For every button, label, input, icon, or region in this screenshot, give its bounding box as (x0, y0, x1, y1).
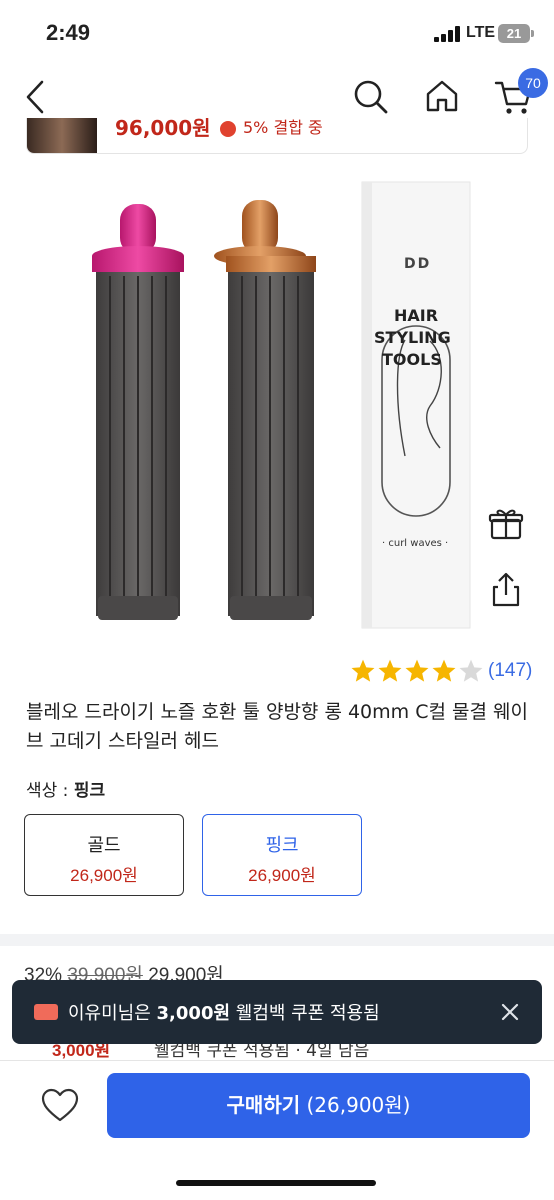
option-pink[interactable]: 핑크 26,900원 (202, 814, 362, 896)
box-tagline: · curl waves · (382, 538, 449, 549)
heart-icon[interactable] (40, 1086, 80, 1126)
coupon-row: 3,000원 웰컴백 쿠폰 적용됨 · 4일 남음 (26, 1042, 546, 1062)
battery-tip (531, 30, 534, 37)
badge-icon (220, 121, 236, 137)
pink-attachment (92, 204, 184, 620)
box-brand: DD (404, 256, 432, 272)
gift-icon[interactable] (486, 504, 526, 544)
color-label-prefix: 색상 : (26, 781, 74, 801)
product-title: 블레오 드라이기 노즐 호환 툴 양방향 롱 40mm C컬 물결 웨이브 고데… (26, 701, 528, 752)
coupon-toast: 이유미님은 3,000원 웰컴백 쿠폰 적용됨 (12, 980, 542, 1044)
gold-attachment (214, 200, 316, 620)
star-empty-icon (459, 659, 483, 682)
status-bar: 2:49 LTE 21 (0, 0, 554, 64)
toast-message: 이유미님은 3,000원 웰컴백 쿠폰 적용됨 (68, 999, 380, 1025)
box-line2: STYLING (374, 328, 451, 347)
search-icon[interactable] (352, 78, 390, 116)
promo-banner[interactable]: 96,000원 5% 결합 중 (26, 118, 528, 154)
back-chevron-icon[interactable] (20, 78, 50, 116)
home-icon[interactable] (424, 78, 460, 114)
packaging-box (361, 181, 471, 629)
color-label: 색상 : 핑크 (26, 776, 105, 801)
star-icon (405, 659, 429, 682)
toast-suffix: 웰컴백 쿠폰 적용됨 (230, 1003, 380, 1024)
network-type: LTE (466, 24, 496, 41)
close-icon[interactable] (496, 998, 524, 1026)
product-image[interactable]: DD HAIR STYLING TOOLS · curl waves · (0, 156, 554, 656)
rating-row[interactable]: (147) (350, 658, 550, 686)
section-divider (0, 934, 554, 946)
color-selected: 핑크 (73, 781, 106, 801)
toast-amount: 3,000원 (156, 1003, 231, 1024)
box-line3: TOOLS (382, 350, 442, 369)
battery-icon: 21 (498, 24, 530, 43)
option-pink-price: 26,900원 (248, 866, 316, 885)
buy-price: (26,900원) (306, 1093, 411, 1117)
option-gold-name: 골드 (87, 835, 121, 856)
banner-thumbnail (27, 118, 97, 153)
product-photo (92, 181, 471, 629)
star-icon (378, 659, 402, 682)
banner-text: 5% 결합 중 (243, 118, 323, 137)
signal-icon (434, 26, 462, 42)
cart-count-badge: 70 (518, 68, 548, 98)
coupon-amount: 3,000원 (52, 1042, 111, 1060)
share-icon[interactable] (486, 570, 526, 610)
review-count[interactable]: (147) (488, 660, 532, 682)
status-time: 2:49 (46, 20, 91, 45)
toast-prefix: 이유미님은 (68, 1003, 157, 1024)
banner-price: 96,000원 (115, 118, 211, 140)
star-icon (432, 659, 456, 682)
star-icon (351, 659, 375, 682)
buy-button[interactable]: 구매하기 (26,900원) (107, 1073, 530, 1138)
coupon-text: 웰컴백 쿠폰 적용됨 · 4일 남음 (154, 1042, 370, 1061)
home-indicator (176, 1180, 376, 1186)
box-line1: HAIR (394, 306, 439, 325)
option-gold-price: 26,900원 (70, 866, 138, 885)
option-gold[interactable]: 골드 26,900원 (24, 814, 184, 896)
coupon-icon (34, 1004, 58, 1020)
option-pink-name: 핑크 (265, 835, 299, 856)
buy-label: 구매하기 (226, 1093, 301, 1117)
